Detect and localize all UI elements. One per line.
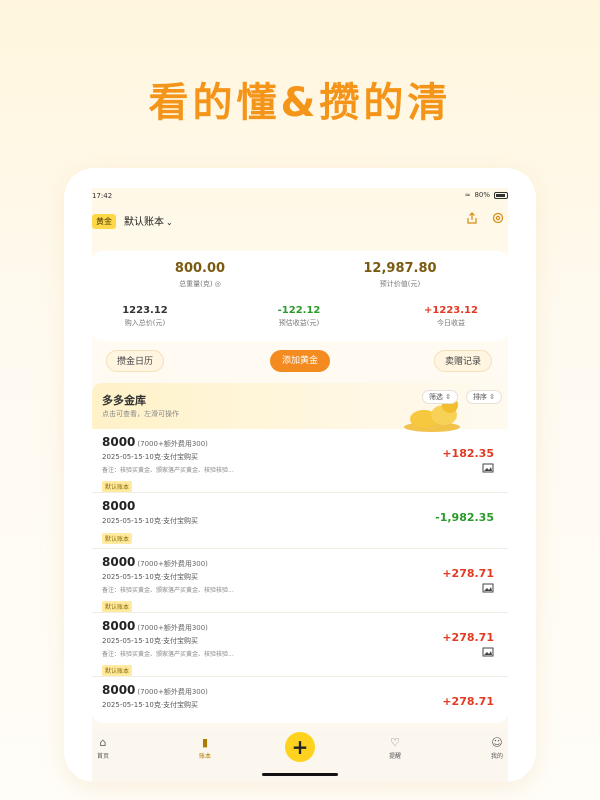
tab-home-label: 首页 [96,753,109,760]
vault-header: 多多金库 点击可查看，左滑可操作 筛选 ⇳ 排序 ⇳ [92,383,508,432]
record-meta: 2025-05-15·10克·支付宝购买 [102,637,199,645]
record-account-tag: 默认账本 [102,601,133,612]
record-detail: (7000+额外费用300) [137,560,208,568]
record-profit: -1,982.35 [435,511,494,524]
record-account-tag: 默认账本 [102,665,133,676]
tab-reminder-label: 提醒 [388,753,401,760]
app-screen: 17:42 ≈ 80% 黄金 默认账本 ⌄ 800.00 总重量(克) ◎ 12… [92,188,508,782]
record-profit: +182.35 [442,447,494,460]
record-detail: (7000+额外费用300) [137,688,208,696]
today-profit-label: 今日收益 [437,319,465,327]
account-bar: 黄金 默认账本 ⌄ [92,212,508,230]
purchase-total: 1223.12 购入总价(元) [92,305,214,328]
total-weight: 800.00 总重量(克) ◎ [100,261,300,289]
tab-mine[interactable]: ☺ 我的 [472,736,508,760]
settings-icon[interactable] [490,212,506,228]
add-gold-button[interactable]: 添加黄金 [270,350,330,372]
eye-icon[interactable]: ◎ [215,280,221,288]
battery-icon [494,191,508,199]
filter-label: 筛选 [428,393,443,401]
record-meta: 2025-05-15·10克·支付宝购买 [102,573,199,581]
record-profit: +278.71 [442,567,494,580]
status-time: 17:42 [92,192,113,200]
gold-record[interactable]: 8000 (7000+额外费用300) 2025-05-15·10克·支付宝购买 … [92,429,508,493]
tab-reminder[interactable]: ♡ 提醒 [370,736,420,760]
estimated-value-value: 12,987.80 [363,261,437,276]
purchase-total-value: 1223.12 [122,305,168,316]
record-meta: 2025-05-15·10克·支付宝购买 [102,453,199,461]
record-note: 备注：核验买黄金、颁家落产买黄金、核验核验... [102,651,234,658]
record-note: 备注：核验买黄金、颁家落产买黄金、核验核验... [102,587,234,594]
bell-icon: ♡ [390,736,400,749]
vault-hint: 点击可查看，左滑可操作 [102,410,179,418]
today-profit: +1223.12 今日收益 [382,305,508,328]
record-profit: +278.71 [442,631,494,644]
share-icon[interactable] [464,212,480,228]
record-account-tag: 默认账本 [102,533,133,544]
home-icon: ⌂ [99,736,107,749]
total-weight-label: 总重量(克) [179,280,213,288]
purchase-total-label: 购入总价(元) [124,319,166,327]
add-fab-button[interactable]: + [285,732,315,762]
record-detail: (7000+额外费用300) [137,440,208,448]
record-amount: 8000 [102,435,136,449]
estimated-profit: -122.12 预估收益(元) [230,305,368,328]
promo-headline: 看的懂&攒的清 [148,80,452,126]
calendar-button[interactable]: 攒金日历 [106,350,164,372]
tab-home[interactable]: ⌂ 首页 [92,736,128,760]
sort-button[interactable]: 排序 ⇳ [466,390,502,404]
tab-ledger[interactable]: ▮ 账本 [180,736,230,760]
record-amount: 8000 [102,683,136,697]
home-indicator [262,773,338,776]
sell-records-button[interactable]: 卖赠记录 [434,350,492,372]
image-icon[interactable] [482,583,494,593]
category-tag[interactable]: 黄金 [92,214,116,229]
estimated-profit-value: -122.12 [277,305,321,316]
record-meta: 2025-05-15·10克·支付宝购买 [102,701,199,709]
image-icon[interactable] [482,647,494,657]
sort-toggle-icon: ⇳ [445,393,452,401]
account-name: 默认账本 [124,217,164,228]
record-profit: +278.71 [442,695,494,708]
record-amount: 8000 [102,619,136,633]
ledger-icon: ▮ [201,736,209,749]
action-row: 攒金日历 添加黄金 卖赠记录 [92,350,508,372]
chevron-down-icon: ⌄ [166,218,173,227]
vault-title: 多多金库 [102,394,146,407]
summary-card: 800.00 总重量(克) ◎ 12,987.80 预计价值(元) 1223.1… [92,251,508,341]
bottom-tab-bar: ⌂ 首页 ▮ 账本 + ♡ 提醒 ☺ 我的 [92,732,508,782]
record-amount: 8000 [102,555,136,569]
gold-record[interactable]: 8000 2025-05-15·10克·支付宝购买 默认账本 -1,982.35 [92,493,508,549]
account-selector[interactable]: 默认账本 ⌄ [124,213,173,228]
tablet-frame: 17:42 ≈ 80% 黄金 默认账本 ⌄ 800.00 总重量(克) ◎ 12… [64,168,536,782]
tab-ledger-label: 账本 [198,753,211,760]
sort-toggle-icon: ⇳ [489,393,496,401]
record-detail: (7000+额外费用300) [137,624,208,632]
smiley-icon: ☺ [491,736,503,749]
estimated-value: 12,987.80 预计价值(元) [300,261,500,289]
battery-percent: 80% [474,191,490,199]
status-bar: 17:42 ≈ 80% [92,190,508,204]
vault-list-card: 多多金库 点击可查看，左滑可操作 筛选 ⇳ 排序 ⇳ 8000 (7000+额外费… [92,383,508,723]
record-note: 备注：核验买黄金、颁家落产买黄金、核验核验... [102,467,234,474]
filter-button[interactable]: 筛选 ⇳ [422,390,458,404]
estimated-value-label: 预计价值(元) [379,280,421,288]
record-account-tag: 默认账本 [102,481,133,492]
estimated-profit-label: 预估收益(元) [278,319,320,327]
gold-record[interactable]: 8000 (7000+额外费用300) 2025-05-15·10克·支付宝购买 … [92,549,508,613]
today-profit-value: +1223.12 [424,305,478,316]
gold-record[interactable]: 8000 (7000+额外费用300) 2025-05-15·10克·支付宝购买 … [92,613,508,677]
tab-mine-label: 我的 [490,753,503,760]
sort-label: 排序 [472,393,487,401]
image-icon[interactable] [482,463,494,473]
gold-record[interactable]: 8000 (7000+额外费用300) 2025-05-15·10克·支付宝购买 … [92,677,508,723]
record-amount: 8000 [102,499,136,513]
total-weight-value: 800.00 [174,261,226,276]
wifi-icon: ≈ [464,191,471,199]
